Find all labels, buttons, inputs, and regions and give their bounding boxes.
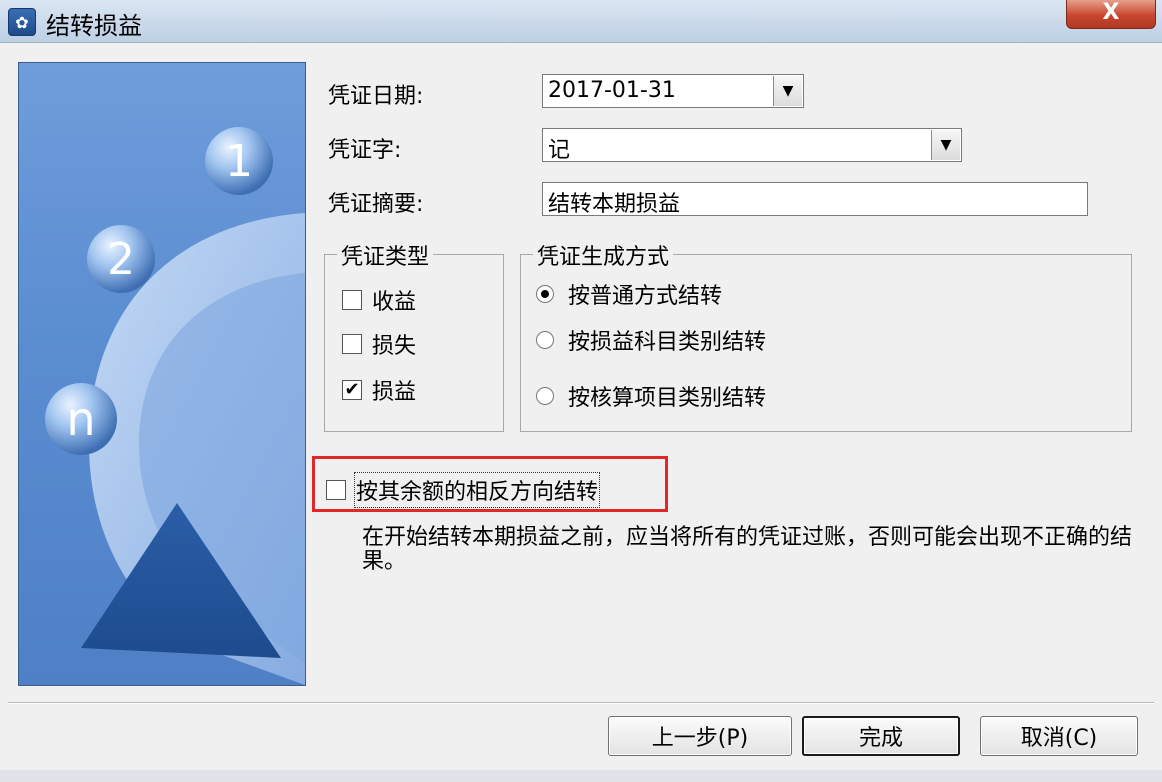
radio-button-selected[interactable] xyxy=(536,285,554,303)
step-ball-n: n xyxy=(45,383,117,455)
finish-button[interactable]: 完成 xyxy=(802,716,960,756)
chevron-down-icon[interactable]: ▼ xyxy=(931,130,960,160)
checkbox-profit-loss-label: 损益 xyxy=(372,380,417,405)
voucher-word-label: 凭证字: xyxy=(328,138,402,163)
date-picker[interactable]: 2017-01-31 ▼ xyxy=(542,74,804,108)
warning-note: 在开始结转本期损益之前，应当将所有的凭证过账，否则可能会出现不正确的结果。 xyxy=(362,525,1133,574)
window-title: 结转损益 xyxy=(46,12,142,40)
app-icon: ✿ xyxy=(8,8,36,36)
step-ball-1: 1 xyxy=(205,127,273,195)
radio-button[interactable] xyxy=(536,387,554,405)
voucher-type-legend: 凭证类型 xyxy=(337,239,434,271)
voucher-word-select[interactable]: 记 ▼ xyxy=(542,128,962,163)
radio-by-account-category[interactable]: 按损益科目类别结转 xyxy=(536,324,766,356)
checkbox-box[interactable] xyxy=(342,290,362,310)
svg-text:2: 2 xyxy=(107,234,135,285)
checkbox-reverse-direction-label: 按其余额的相反方向结转 xyxy=(353,472,601,508)
radio-by-account-category-label: 按损益科目类别结转 xyxy=(568,330,767,355)
close-button[interactable]: X xyxy=(1066,0,1156,29)
date-value: 2017-01-31 xyxy=(548,78,676,103)
voucher-word-value: 记 xyxy=(548,138,571,163)
checkbox-reverse-direction[interactable]: 按其余额的相反方向结转 xyxy=(326,472,601,508)
radio-normal[interactable]: 按普通方式结转 xyxy=(536,278,722,310)
step-ball-2: 2 xyxy=(87,225,155,293)
checkbox-box[interactable] xyxy=(326,480,346,500)
radio-by-accounting-item[interactable]: 按核算项目类别结转 xyxy=(536,380,766,412)
checkbox-loss-label: 损失 xyxy=(372,334,417,359)
divider xyxy=(8,702,1154,704)
summary-input[interactable]: 结转本期损益 xyxy=(542,182,1088,217)
previous-button[interactable]: 上一步(P) xyxy=(608,716,792,756)
checkbox-box[interactable] xyxy=(342,334,362,354)
cancel-button[interactable]: 取消(C) xyxy=(980,716,1138,756)
radio-by-accounting-item-label: 按核算项目类别结转 xyxy=(568,386,767,411)
checkbox-box-checked[interactable]: ✔ xyxy=(342,380,362,400)
date-label: 凭证日期: xyxy=(328,84,424,109)
wizard-illustration: 1 2 n xyxy=(18,62,306,686)
summary-label: 凭证摘要: xyxy=(328,192,424,217)
svg-text:1: 1 xyxy=(225,136,253,187)
checkbox-loss[interactable]: 损失 xyxy=(342,328,416,360)
radio-button[interactable] xyxy=(536,331,554,349)
checkbox-income-label: 收益 xyxy=(372,290,417,315)
radio-normal-label: 按普通方式结转 xyxy=(568,284,723,309)
checkbox-income[interactable]: 收益 xyxy=(342,284,416,316)
summary-value: 结转本期损益 xyxy=(548,192,681,217)
wizard-graphic: 1 2 n xyxy=(45,127,305,685)
checkbox-profit-loss[interactable]: ✔ 损益 xyxy=(342,374,416,406)
title-bar: ✿ 结转损益 X xyxy=(0,0,1162,43)
generate-method-legend: 凭证生成方式 xyxy=(533,239,674,271)
window-bottom-edge xyxy=(0,770,1162,782)
svg-text:n: n xyxy=(66,392,95,446)
chevron-down-icon[interactable]: ▼ xyxy=(773,76,802,106)
